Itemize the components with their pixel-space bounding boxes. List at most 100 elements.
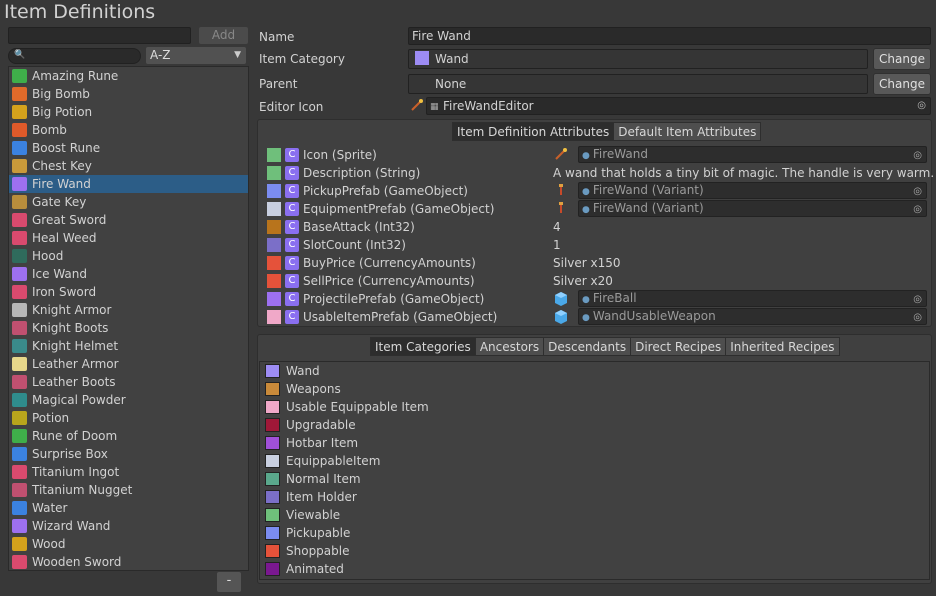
list-item[interactable]: Hood: [9, 247, 248, 265]
change-category-button[interactable]: Change: [873, 48, 931, 70]
category-item[interactable]: Weapons: [260, 380, 929, 398]
attribute-name: Icon (Sprite): [303, 148, 377, 162]
attribute-c-button[interactable]: C: [285, 166, 299, 180]
list-item[interactable]: Knight Armor: [9, 301, 248, 319]
attribute-value[interactable]: Silver x150: [553, 254, 621, 272]
attribute-c-button[interactable]: C: [285, 238, 299, 252]
item-icon: [12, 249, 27, 263]
object-picker-icon[interactable]: ◎: [917, 98, 926, 114]
name-field[interactable]: Fire Wand: [408, 27, 931, 45]
attribute-name: EquipmentPrefab (GameObject): [303, 202, 495, 216]
item-icon: [12, 159, 27, 173]
list-item[interactable]: Surprise Box: [9, 445, 248, 463]
list-item[interactable]: Big Potion: [9, 103, 248, 121]
attribute-value[interactable]: 1: [553, 236, 561, 254]
list-item[interactable]: Titanium Nugget: [9, 481, 248, 499]
attribute-tab[interactable]: Default Item Attributes: [613, 122, 762, 141]
attribute-c-button[interactable]: C: [285, 202, 299, 216]
attribute-c-button[interactable]: C: [285, 292, 299, 306]
list-item[interactable]: Titanium Ingot: [9, 463, 248, 481]
attribute-color-swatch: [267, 310, 281, 324]
wand-icon: [553, 147, 569, 163]
category-tab[interactable]: Item Categories: [370, 337, 476, 356]
new-item-name-input[interactable]: [8, 27, 191, 44]
object-picker-icon[interactable]: ◎: [913, 292, 922, 307]
list-item[interactable]: Potion: [9, 409, 248, 427]
list-item[interactable]: Leather Armor: [9, 355, 248, 373]
attribute-tab[interactable]: Item Definition Attributes: [452, 122, 615, 141]
category-tab[interactable]: Inherited Recipes: [725, 337, 840, 356]
list-item[interactable]: Wooden Sword: [9, 553, 248, 571]
attribute-object-field[interactable]: ● FireWand (Variant) ◎: [578, 200, 927, 217]
attribute-object-field[interactable]: ● FireBall ◎: [578, 290, 927, 307]
list-item[interactable]: Fire Wand: [9, 175, 248, 193]
list-item[interactable]: Rune of Doom: [9, 427, 248, 445]
list-item[interactable]: Bomb: [9, 121, 248, 139]
remove-button[interactable]: -: [217, 572, 241, 592]
sort-dropdown[interactable]: A-Z ▼: [146, 47, 246, 64]
attribute-c-button[interactable]: C: [285, 274, 299, 288]
list-item-label: Knight Boots: [32, 321, 109, 335]
attribute-c-button[interactable]: C: [285, 148, 299, 162]
category-item[interactable]: Viewable: [260, 506, 929, 524]
object-picker-icon[interactable]: ◎: [913, 202, 922, 217]
list-item[interactable]: Great Sword: [9, 211, 248, 229]
list-item[interactable]: Gate Key: [9, 193, 248, 211]
editor-icon-field[interactable]: ▦ FireWandEditor ◎: [426, 97, 931, 115]
attribute-c-button[interactable]: C: [285, 220, 299, 234]
list-item[interactable]: Wood: [9, 535, 248, 553]
search-input[interactable]: 🔍: [8, 48, 141, 64]
change-parent-button[interactable]: Change: [873, 73, 931, 95]
attribute-row: C SlotCount (Int32) 1: [263, 236, 931, 254]
category-item[interactable]: Upgradable: [260, 416, 929, 434]
list-item-label: Amazing Rune: [32, 69, 119, 83]
list-item[interactable]: Leather Boots: [9, 373, 248, 391]
item-definition-list[interactable]: Amazing Rune Big Bomb Big Potion Bomb Boost …: [8, 66, 249, 571]
list-item[interactable]: Iron Sword: [9, 283, 248, 301]
attribute-value[interactable]: A wand that holds a tiny bit of magic. T…: [553, 164, 934, 182]
category-item[interactable]: EquippableItem: [260, 452, 929, 470]
attribute-c-button[interactable]: C: [285, 184, 299, 198]
list-item[interactable]: Wizard Wand: [9, 517, 248, 535]
object-picker-icon[interactable]: ◎: [913, 310, 922, 325]
attribute-object-field[interactable]: ● WandUsableWeapon ◎: [578, 308, 927, 325]
list-item[interactable]: Heal Weed: [9, 229, 248, 247]
list-item[interactable]: Magical Powder: [9, 391, 248, 409]
attribute-c-button[interactable]: C: [285, 310, 299, 324]
prefab-icon: [553, 201, 569, 217]
category-item-label: Pickupable: [286, 526, 351, 540]
add-button[interactable]: Add: [199, 27, 248, 44]
category-item[interactable]: Item Holder: [260, 488, 929, 506]
category-item[interactable]: Normal Item: [260, 470, 929, 488]
object-picker-icon[interactable]: ◎: [913, 148, 922, 163]
list-item-label: Chest Key: [32, 159, 92, 173]
item-icon: [12, 483, 27, 497]
list-item[interactable]: Knight Helmet: [9, 337, 248, 355]
item-icon: [12, 393, 27, 407]
attribute-c-button[interactable]: C: [285, 256, 299, 270]
list-item[interactable]: Boost Rune: [9, 139, 248, 157]
attribute-object-field[interactable]: ● FireWand (Variant) ◎: [578, 182, 927, 199]
category-tab[interactable]: Direct Recipes: [630, 337, 727, 356]
category-tab[interactable]: Descendants: [543, 337, 632, 356]
attribute-object-field[interactable]: ● FireWand ◎: [578, 146, 927, 163]
object-picker-icon[interactable]: ◎: [913, 184, 922, 199]
list-item[interactable]: Knight Boots: [9, 319, 248, 337]
list-item[interactable]: Big Bomb: [9, 85, 248, 103]
category-color-swatch: [265, 400, 280, 414]
category-item[interactable]: Hotbar Item: [260, 434, 929, 452]
list-item[interactable]: Chest Key: [9, 157, 248, 175]
category-item[interactable]: Animated: [260, 560, 929, 578]
category-item[interactable]: Wand: [260, 362, 929, 380]
category-item[interactable]: Usable Equippable Item: [260, 398, 929, 416]
category-item[interactable]: Shoppable: [260, 542, 929, 560]
list-item[interactable]: Amazing Rune: [9, 67, 248, 85]
category-item[interactable]: Pickupable: [260, 524, 929, 542]
list-item[interactable]: Water: [9, 499, 248, 517]
category-item-label: Weapons: [286, 382, 341, 396]
list-item[interactable]: Ice Wand: [9, 265, 248, 283]
category-tab[interactable]: Ancestors: [474, 337, 545, 356]
attribute-value[interactable]: 4: [553, 218, 561, 236]
category-item-label: Animated: [286, 562, 344, 576]
attribute-value[interactable]: Silver x20: [553, 272, 613, 290]
